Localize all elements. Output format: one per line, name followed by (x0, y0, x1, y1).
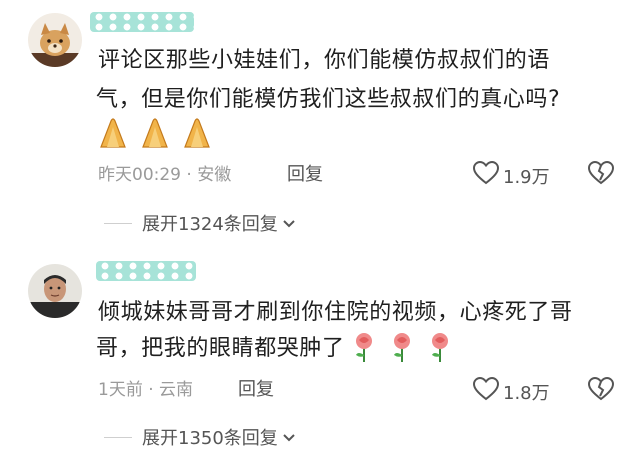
broken-heart-icon (587, 376, 615, 401)
comment-text-line1: 倾城妹妹哥哥才刷到你住院的视频，心疼死了哥 (98, 300, 573, 325)
comment-time-location: 1天前 · 云南 (98, 380, 194, 400)
rose-icon (351, 331, 377, 367)
chevron-down-icon (282, 427, 296, 448)
expand-replies-button[interactable]: 展开1350条回复 (104, 424, 296, 450)
username-masked[interactable] (96, 261, 196, 281)
like-count: 1.8万 (503, 382, 550, 404)
divider-line (104, 436, 132, 438)
reply-button[interactable]: 回复 (238, 379, 274, 401)
like-count: 1.9万 (503, 166, 550, 188)
like-button[interactable]: 1.8万 (472, 376, 550, 406)
avatar[interactable] (28, 13, 82, 67)
hands-icon (180, 117, 214, 153)
hands-icon (96, 117, 130, 153)
hands-emoji-row (96, 117, 214, 153)
avatar[interactable] (28, 264, 82, 318)
dislike-button[interactable] (587, 376, 615, 405)
comment-text-line2: 哥，把我的眼睛都哭肿了 (96, 336, 345, 361)
rose-icon (389, 331, 415, 367)
username-masked[interactable] (90, 12, 194, 32)
hands-icon (138, 117, 172, 153)
comment-text-line2-row: 哥，把我的眼睛都哭肿了 (96, 331, 453, 367)
rose-icon (427, 331, 453, 367)
heart-icon (472, 160, 500, 190)
heart-icon (472, 376, 500, 406)
broken-heart-icon (587, 160, 615, 185)
comment-text-line1: 评论区那些小娃娃们，你们能模仿叔叔们的语 (98, 48, 551, 73)
comment-text-line2: 气，但是你们能模仿我们这些叔叔们的真心吗? (96, 87, 561, 112)
like-button[interactable]: 1.9万 (472, 160, 550, 190)
expand-replies-button[interactable]: 展开1324条回复 (104, 210, 296, 236)
comment-time-location: 昨天00:29 · 安徽 (98, 165, 232, 185)
dislike-button[interactable] (587, 160, 615, 189)
reply-button[interactable]: 回复 (287, 164, 323, 186)
chevron-down-icon (282, 213, 296, 234)
divider-line (104, 222, 132, 224)
expand-replies-label: 展开1350条回复 (142, 428, 278, 449)
expand-replies-label: 展开1324条回复 (142, 214, 278, 235)
